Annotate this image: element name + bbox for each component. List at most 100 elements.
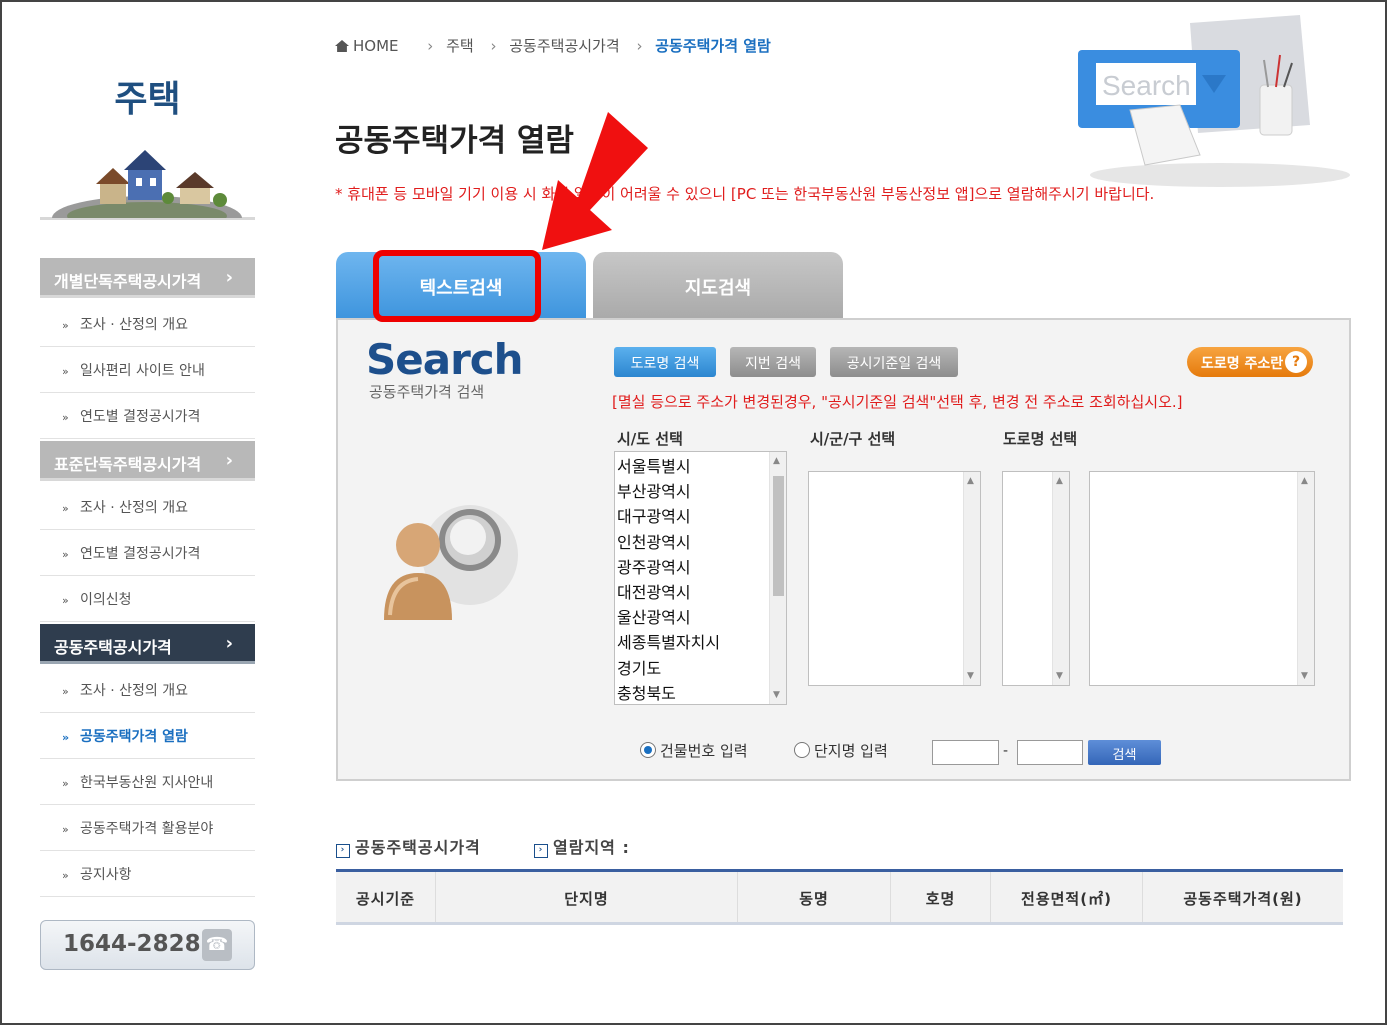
scroll-up-icon[interactable]: ▲ xyxy=(1301,476,1308,486)
scroll-up-icon[interactable]: ▲ xyxy=(773,456,780,466)
menu-item-survey-overview[interactable]: » 조사 · 산정의 개요 xyxy=(40,301,255,347)
sigungu-scrollbar[interactable]: ▲ ▼ xyxy=(963,472,980,685)
sigungu-select[interactable]: ▲ ▼ xyxy=(808,471,981,686)
breadcrumb-home-label: HOME xyxy=(353,37,399,55)
menu-group-label: 개별단독주택공시가격 xyxy=(54,272,202,291)
sido-option[interactable]: 부산광역시 xyxy=(617,479,786,504)
menu-item-usage-field[interactable]: » 공동주택가격 활용분야 xyxy=(40,805,255,851)
radio-checked-icon[interactable] xyxy=(640,742,656,758)
sido-scrollbar[interactable]: ▲ ▼ xyxy=(769,452,786,704)
breadcrumb-separator: › xyxy=(636,37,643,55)
sidebar-title: 주택 xyxy=(114,79,181,120)
road-initial-scrollbar[interactable]: ▲ ▼ xyxy=(1052,472,1069,685)
menu-item-apartment-price-view[interactable]: » 공동주택가격 열람 xyxy=(40,713,255,759)
road-name-search-button[interactable]: 도로명 검색 xyxy=(614,347,716,377)
menu-group-individual-detached[interactable]: 개별단독주택공시가격 › xyxy=(40,258,255,298)
road-name-select[interactable]: ▲ ▼ xyxy=(1089,471,1315,686)
menu-item-label: 공지사항 xyxy=(80,867,132,883)
menu-item-yearly-price[interactable]: » 연도별 결정공시가격 xyxy=(40,393,255,439)
sido-option[interactable]: 대전광역시 xyxy=(617,580,786,605)
sido-option[interactable]: 광주광역시 xyxy=(617,555,786,580)
scroll-down-icon[interactable]: ▼ xyxy=(1056,671,1063,681)
road-initial-select[interactable]: ▲ ▼ xyxy=(1002,471,1070,686)
square-arrow-icon: › xyxy=(534,844,548,858)
menu-group-standard-detached[interactable]: 표준단독주택공시가격 › xyxy=(40,441,255,481)
result-table-header: 공시기준 단지명 동명 호명 전용면적(㎡) 공동주택가격(원) xyxy=(336,869,1343,925)
search-submit-button[interactable]: 검색 xyxy=(1088,740,1161,765)
result-label-text: 열람지역 : xyxy=(553,838,630,857)
menu-item-yearly-price[interactable]: » 연도별 결정공시가격 xyxy=(40,530,255,576)
building-sub-number-input[interactable] xyxy=(1017,740,1083,765)
result-label-price: › 공동주택공시가격 xyxy=(336,834,481,858)
lot-number-search-button[interactable]: 지번 검색 xyxy=(730,347,816,377)
menu-item-survey-overview[interactable]: » 조사 · 산정의 개요 xyxy=(40,484,255,530)
bullet-icon: » xyxy=(62,823,69,836)
menu-item-label: 일사편리 사이트 안내 xyxy=(80,363,205,379)
menu-item-label: 조사 · 산정의 개요 xyxy=(80,683,188,699)
annotation-highlight-box xyxy=(373,250,541,322)
sido-select[interactable]: 서울특별시 부산광역시 대구광역시 인천광역시 광주광역시 대전광역시 울산광역… xyxy=(614,451,787,705)
address-change-warning: [멸실 등으로 주소가 변경된경우, "공시기준일 검색"선택 후, 변경 전 … xyxy=(612,393,1183,411)
bullet-icon: » xyxy=(62,365,69,378)
complex-name-radio[interactable]: 단지명 입력 xyxy=(794,740,888,761)
bullet-icon: » xyxy=(62,548,69,561)
menu-item-branch-info[interactable]: » 한국부동산원 지사안내 xyxy=(40,759,255,805)
sido-option[interactable]: 경기도 xyxy=(617,656,786,681)
scroll-up-icon[interactable]: ▲ xyxy=(1056,476,1063,486)
home-icon xyxy=(335,40,349,52)
chevron-right-icon: › xyxy=(225,450,233,471)
road-name-scrollbar[interactable]: ▲ ▼ xyxy=(1297,472,1314,685)
announce-date-search-button[interactable]: 공시기준일 검색 xyxy=(830,347,958,377)
bullet-icon: » xyxy=(62,685,69,698)
menu-item-survey-overview[interactable]: » 조사 · 산정의 개요 xyxy=(40,667,255,713)
sido-option[interactable]: 울산광역시 xyxy=(617,605,786,630)
menu-item-notice[interactable]: » 공지사항 xyxy=(40,851,255,897)
building-main-number-input[interactable] xyxy=(932,740,999,765)
tab-map-search[interactable]: 지도검색 xyxy=(593,252,843,320)
menu-item-ilsapyeonli[interactable]: » 일사편리 사이트 안내 xyxy=(40,347,255,393)
radio-unchecked-icon[interactable] xyxy=(794,742,810,758)
phone-number: 1644-2828 xyxy=(63,931,201,957)
breadcrumb: HOME › 주택 › 공동주택공시가격 › 공동주택가격 열람 xyxy=(335,35,783,56)
scroll-down-icon[interactable]: ▼ xyxy=(967,671,974,681)
road-address-help-label: 도로명 주소란 xyxy=(1201,356,1284,372)
scroll-down-icon[interactable]: ▼ xyxy=(1301,671,1308,681)
search-logo: Search xyxy=(366,335,524,384)
bullet-icon: » xyxy=(62,411,69,424)
road-name-label: 도로명 선택 xyxy=(1003,430,1078,448)
houses-illustration xyxy=(40,140,255,240)
question-icon: ? xyxy=(1285,351,1307,373)
menu-item-objection[interactable]: » 이의신청 xyxy=(40,576,255,622)
search-subtitle: 공동주택가격 검색 xyxy=(369,383,485,401)
bullet-icon: » xyxy=(62,502,69,515)
scroll-thumb[interactable] xyxy=(773,476,784,596)
sido-option[interactable]: 서울특별시 xyxy=(617,454,786,479)
scroll-down-icon[interactable]: ▼ xyxy=(773,690,780,700)
bullet-icon: » xyxy=(62,594,69,607)
menu-item-label: 공동주택가격 활용분야 xyxy=(80,821,214,837)
menu-item-label: 한국부동산원 지사안내 xyxy=(80,775,214,791)
menu-item-label: 이의신청 xyxy=(80,592,132,608)
chevron-right-icon: › xyxy=(225,267,233,288)
breadcrumb-separator: › xyxy=(490,37,497,55)
menu-item-label: 조사 · 산정의 개요 xyxy=(80,500,188,516)
sido-option[interactable]: 충청북도 xyxy=(617,681,786,706)
scroll-up-icon[interactable]: ▲ xyxy=(967,476,974,486)
bullet-icon: » xyxy=(62,319,69,332)
sido-options: 서울특별시 부산광역시 대구광역시 인천광역시 광주광역시 대전광역시 울산광역… xyxy=(615,452,786,706)
sido-option[interactable]: 세종특별자치시 xyxy=(617,630,786,655)
annotation-arrow-icon xyxy=(520,100,670,260)
breadcrumb-home[interactable]: HOME xyxy=(335,37,411,55)
sido-option[interactable]: 대구광역시 xyxy=(617,504,786,529)
road-address-help-button[interactable]: 도로명 주소란 ? xyxy=(1187,347,1313,377)
menu-group-apartment[interactable]: 공동주택공시가격 › xyxy=(40,624,255,664)
menu-group-label: 공동주택공시가격 xyxy=(54,638,172,657)
sido-label: 시/도 선택 xyxy=(617,430,683,448)
column-header: 공시기준 xyxy=(336,872,436,922)
building-number-radio[interactable]: 건물번호 입력 xyxy=(640,740,748,761)
person-magnifier-illustration xyxy=(380,495,520,630)
breadcrumb-item[interactable]: 공동주택공시가격 xyxy=(509,37,619,55)
sido-option[interactable]: 인천광역시 xyxy=(617,530,786,555)
breadcrumb-item[interactable]: 주택 xyxy=(446,37,474,55)
bullet-icon: » xyxy=(62,731,70,744)
